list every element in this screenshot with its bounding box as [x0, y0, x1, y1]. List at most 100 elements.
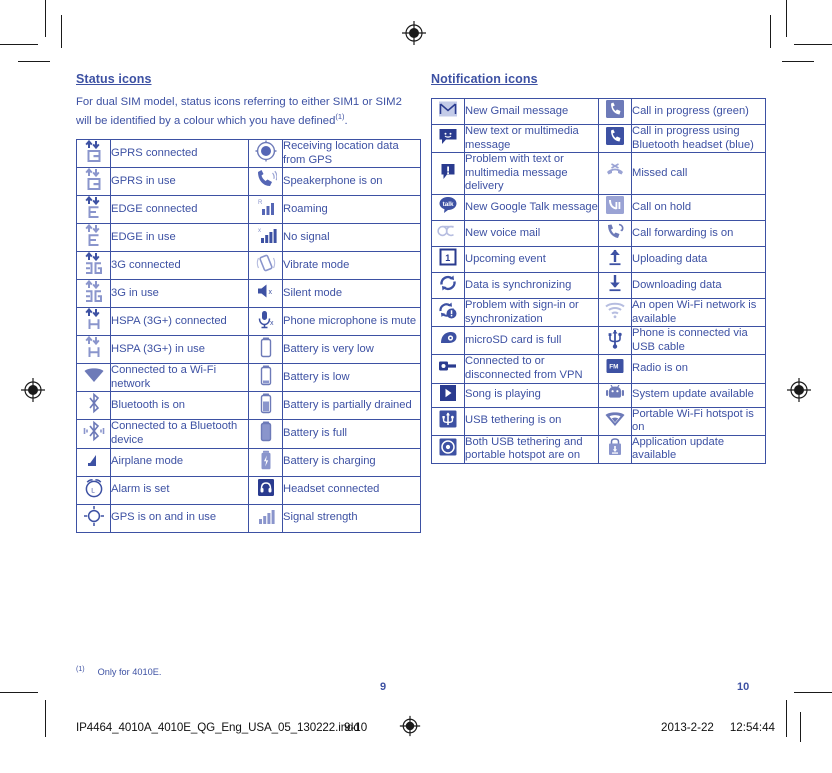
silent-mode-icon: x	[248, 279, 283, 309]
gps-active-icon	[76, 503, 111, 533]
notification-label: Problem with text or multimedia message …	[464, 152, 599, 195]
status-label: GPRS connected	[110, 138, 249, 169]
3g-connected-icon	[76, 251, 111, 281]
status-label: Receiving location data from GPS	[282, 138, 421, 169]
table-row: USB tethering is on Portable Wi-Fi hotsp…	[431, 406, 766, 436]
gmail-icon	[431, 98, 465, 125]
table-row: Bluetooth is on Battery is partially dra…	[76, 391, 421, 421]
status-label: Battery is very low	[282, 335, 421, 365]
notification-label: Call in progress (green)	[631, 98, 766, 125]
status-label: Speakerphone is on	[282, 167, 421, 197]
footnote-reference-marker: (1)	[76, 666, 85, 673]
status-label: Alarm is set	[110, 475, 249, 505]
call-forwarding-icon	[598, 219, 632, 247]
notification-label: Application update available	[631, 434, 766, 464]
notification-label: Uploading data	[631, 245, 766, 273]
status-label: Battery is low	[282, 363, 421, 393]
signal-strength-icon	[248, 503, 283, 533]
table-row: New text or multimedia message Call in p…	[431, 123, 766, 154]
table-row: L Alarm is set Headset connected	[76, 475, 421, 505]
crop-mark-top-right-vertical	[786, 0, 787, 37]
footnote-marker: (1)	[335, 111, 345, 121]
registration-mark-left	[20, 377, 46, 403]
status-label: 3G in use	[110, 279, 249, 309]
status-label: HSPA (3G+) in use	[110, 335, 249, 365]
bluetooth-on-icon	[76, 391, 111, 421]
crop-mark-top-left-vertical	[45, 0, 46, 37]
microsd-full-icon	[431, 326, 465, 356]
notification-label: Phone is connected via USB cable	[631, 326, 766, 356]
notification-label: New voice mail	[464, 219, 599, 247]
table-row: Problem with text or multimedia message …	[431, 152, 766, 195]
status-label: No signal	[282, 223, 421, 253]
crop-mark-bottom-right-vertical	[786, 700, 787, 737]
notification-label: System update available	[631, 382, 766, 408]
notification-icons-heading: Notification icons	[431, 72, 538, 86]
notification-label: New Gmail message	[464, 98, 599, 125]
slugline-date: 2013-2-22	[661, 721, 714, 734]
wifi-connected-icon	[76, 363, 111, 393]
status-label: Battery is charging	[282, 447, 421, 477]
status-label: Headset connected	[282, 475, 421, 505]
3g-in-use-icon	[76, 279, 111, 309]
status-icons-page: Status icons For dual SIM model, status …	[76, 72, 421, 533]
crop-mark-top-right-inner-vertical	[770, 15, 771, 48]
table-row: 3G in use x Silent mode	[76, 279, 421, 309]
notification-label: Call forwarding is on	[631, 219, 766, 247]
notification-label: Downloading data	[631, 271, 766, 299]
table-row: 3G connected Vibrate mode	[76, 251, 421, 281]
app-update-icon	[598, 434, 632, 464]
battery-full-icon	[248, 419, 283, 449]
wifi-hotspot-icon	[598, 406, 632, 436]
table-row: Connected to a Wi-Fi network Battery is …	[76, 363, 421, 393]
svg-text:x: x	[258, 228, 261, 234]
microphone-mute-icon: x	[248, 307, 283, 337]
crop-mark-bottom-right-horizontal	[794, 692, 832, 693]
status-label: GPS is on and in use	[110, 503, 249, 533]
sync-icon	[431, 271, 465, 299]
table-row: Data is synchronizing Downloading data	[431, 271, 766, 299]
status-label: HSPA (3G+) connected	[110, 307, 249, 337]
notification-label: Data is synchronizing	[464, 271, 599, 299]
notification-icons-page: Notification icons New Gmail message Cal…	[431, 72, 766, 464]
notification-label: Upcoming event	[464, 245, 599, 273]
usb-cable-icon	[598, 326, 632, 356]
crop-mark-top-right-horizontal	[794, 44, 832, 45]
slugline-page-range: 9-10	[344, 721, 368, 734]
table-row: EDGE in use x No signal	[76, 223, 421, 253]
trim-rule-right	[800, 712, 801, 742]
status-icons-table-body: GPRS connected Receiving location data f…	[76, 138, 421, 533]
status-label: GPRS in use	[110, 167, 249, 197]
table-row: HSPA (3G+) in use Battery is very low	[76, 335, 421, 365]
table-row: microSD card is full Phone is connected …	[431, 326, 766, 356]
gprs-connected-icon	[76, 138, 111, 169]
message-problem-icon	[431, 152, 465, 195]
call-in-progress-icon	[598, 98, 632, 125]
status-label: EDGE connected	[110, 195, 249, 225]
table-row: GPRS in use Speakerphone is on	[76, 167, 421, 197]
table-row: Connected to a Bluetooth device Battery …	[76, 419, 421, 449]
svg-text:1: 1	[445, 253, 450, 263]
table-row: New Gmail message Call in progress (gree…	[431, 98, 766, 125]
table-row: Both USB tethering and portable hotspot …	[431, 434, 766, 464]
notification-label: An open Wi-Fi network is available	[631, 297, 766, 328]
svg-text:FM: FM	[609, 364, 618, 371]
notification-icons-table-body: New Gmail message Call in progress (gree…	[431, 98, 766, 464]
notification-label: Missed call	[631, 152, 766, 195]
status-label: Phone microphone is mute	[282, 307, 421, 337]
notification-label: microSD card is full	[464, 326, 599, 356]
status-label: Bluetooth is on	[110, 391, 249, 421]
crop-mark-top-left-inner-horizontal	[18, 61, 50, 62]
gprs-in-use-icon	[76, 167, 111, 197]
status-label: Connected to a Wi-Fi network	[110, 363, 249, 393]
table-row: Airplane mode Battery is charging	[76, 447, 421, 477]
calendar-event-icon: 1	[431, 245, 465, 273]
sms-message-icon	[431, 123, 465, 154]
fm-radio-icon: FM	[598, 354, 632, 384]
status-label: Roaming	[282, 195, 421, 225]
alarm-icon: L	[76, 475, 111, 505]
crop-mark-bottom-left-vertical	[45, 700, 46, 737]
call-bluetooth-icon	[598, 123, 632, 154]
status-icons-intro-trailing: .	[344, 114, 348, 127]
status-label: Connected to a Bluetooth device	[110, 419, 249, 449]
